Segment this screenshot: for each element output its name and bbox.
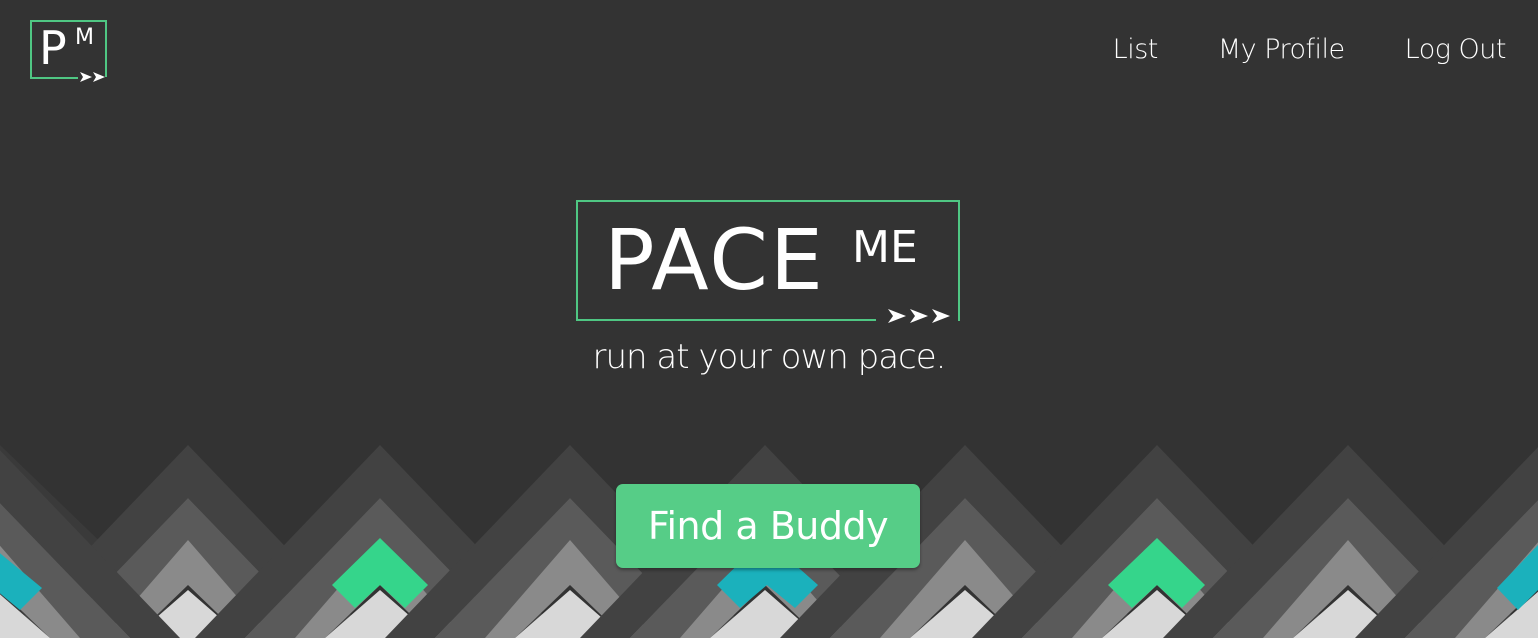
hero-logo-frame-bottom (576, 319, 876, 321)
hero-logo-arrows-icon (888, 309, 950, 323)
nav-link-log-out[interactable]: Log Out (1405, 30, 1507, 70)
top-navigation: List My Profile Log Out (1113, 30, 1507, 70)
tagline: run at your own pace. (592, 337, 947, 377)
find-a-buddy-button[interactable]: Find a Buddy (616, 484, 920, 568)
landing-page: P M List My Profile Log Out PACE ME run … (0, 0, 1538, 638)
hero-logo-word-me: ME (852, 222, 918, 273)
nav-link-list[interactable]: List (1113, 30, 1159, 70)
logo-arrows-icon (80, 72, 105, 82)
logo-frame-bottom (30, 77, 78, 79)
hero-logo-word-pace: PACE (604, 211, 825, 309)
logo-letter-m: M (75, 25, 94, 50)
hero-brand-logo: PACE ME (576, 200, 966, 332)
nav-link-my-profile[interactable]: My Profile (1218, 30, 1345, 70)
brand-logo-small[interactable]: P M (30, 20, 110, 86)
logo-letter-p: P (39, 21, 67, 75)
